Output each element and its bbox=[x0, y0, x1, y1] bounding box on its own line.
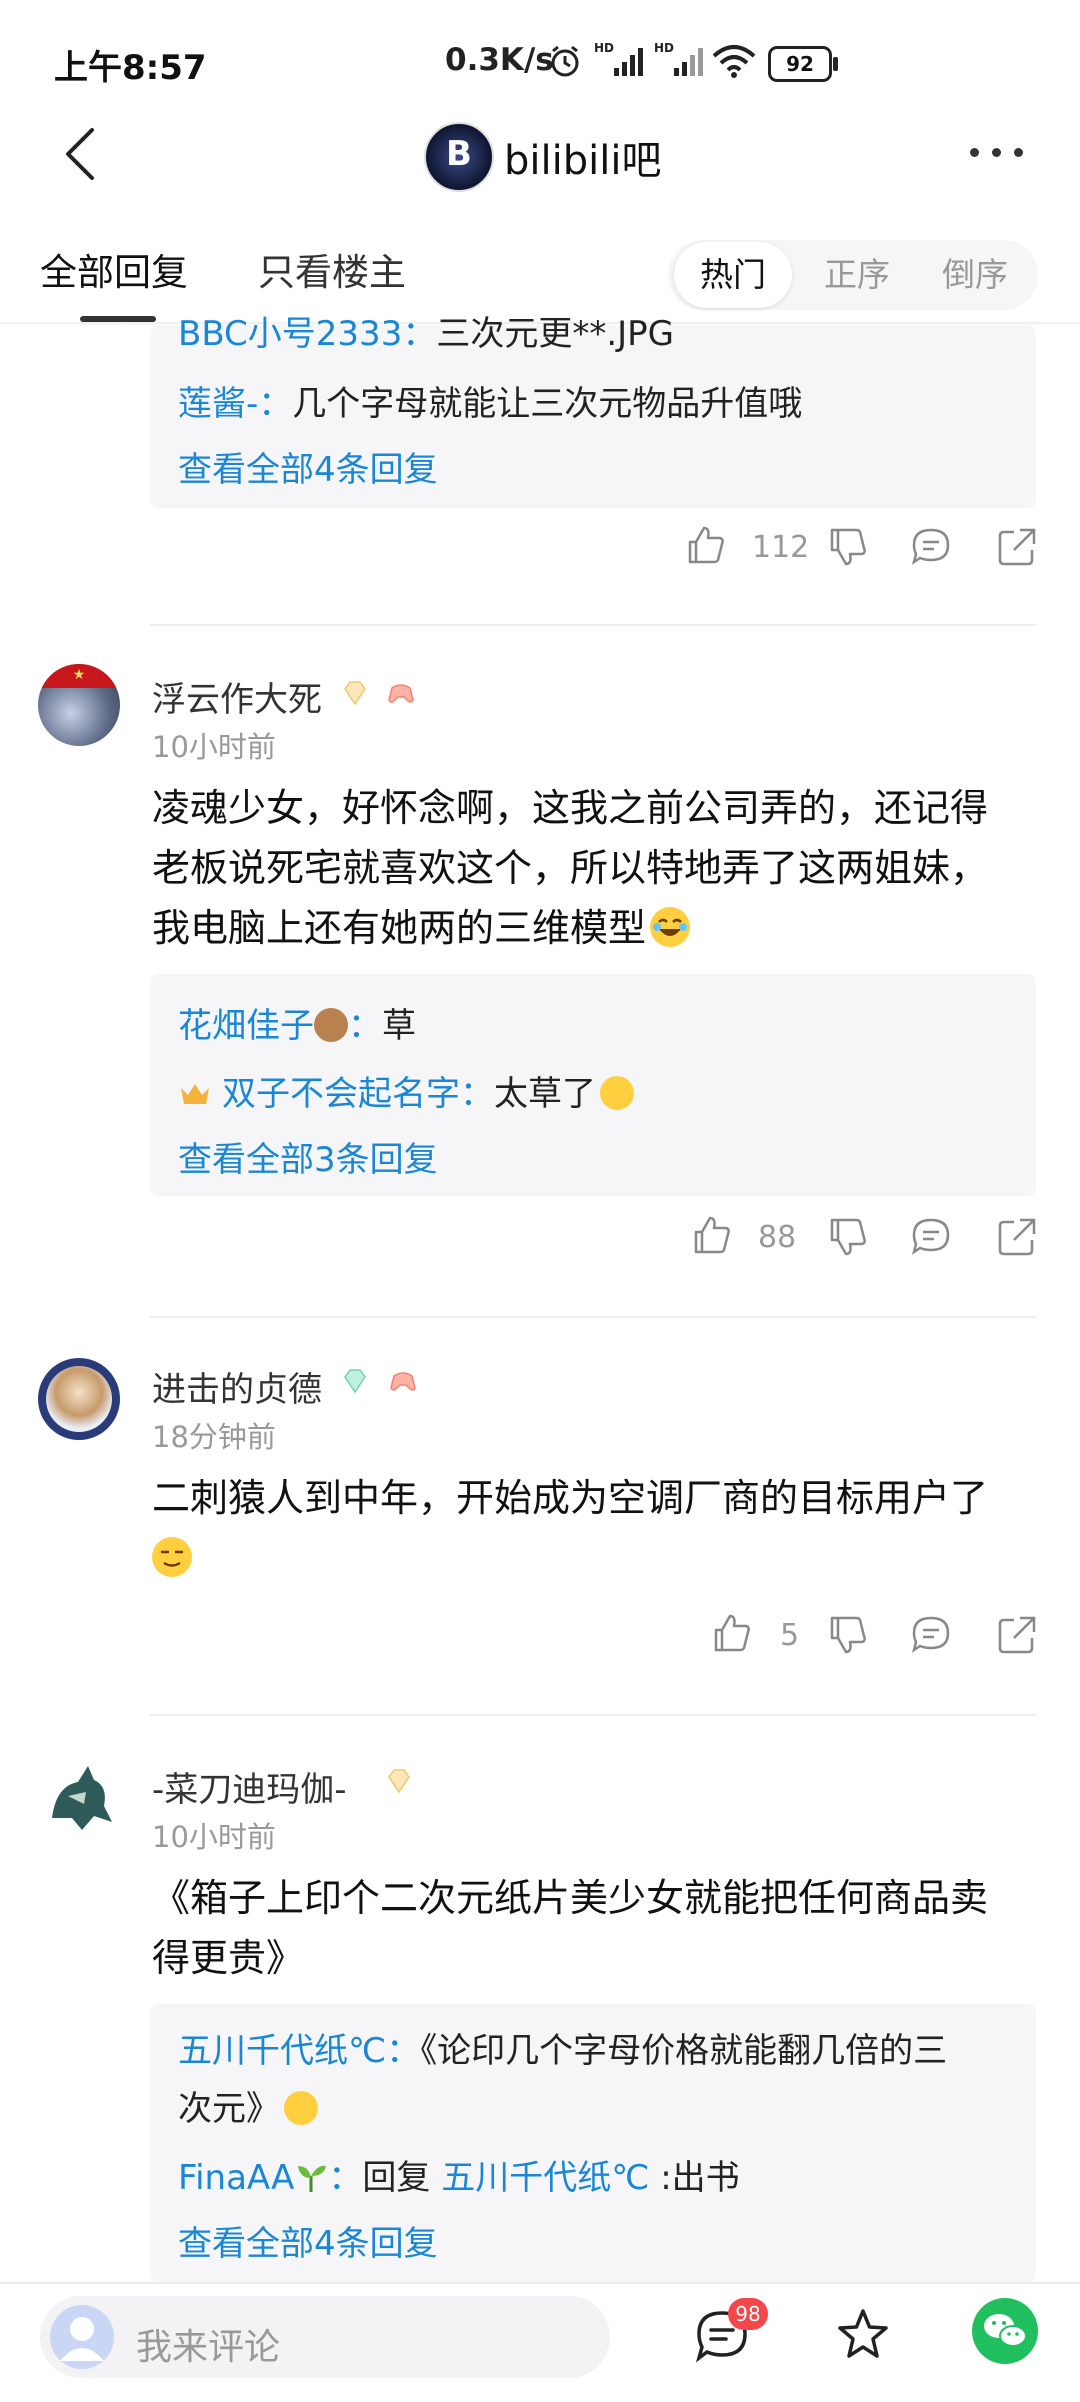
tab-all-replies[interactable]: 全部回复 bbox=[40, 242, 188, 296]
like-icon[interactable] bbox=[710, 1612, 752, 1654]
status-time: 上午8:57 bbox=[54, 48, 207, 88]
author-avatar[interactable] bbox=[38, 1358, 120, 1440]
reply-item[interactable]: BBC小号2333：三次元更**.JPG bbox=[178, 306, 674, 355]
share-icon[interactable] bbox=[996, 1614, 1038, 1656]
more-options-icon[interactable] bbox=[970, 148, 1026, 162]
author-name[interactable]: 浮云作大死 bbox=[152, 672, 322, 721]
star-icon[interactable] bbox=[834, 2306, 892, 2364]
battery-indicator: 92 bbox=[768, 46, 838, 82]
signal-hd-icon: HD bbox=[594, 41, 643, 76]
sprout-emoji-icon bbox=[294, 2160, 328, 2194]
comment-placeholder[interactable]: 我来评论 bbox=[136, 2318, 280, 2370]
comment-icon[interactable] bbox=[910, 1216, 952, 1258]
gamepad-badge-icon bbox=[390, 1372, 416, 1391]
sort-asc-button[interactable]: 正序 bbox=[802, 240, 912, 310]
post-content: 凌魂少女，好怀念啊，这我之前公司弄的，还记得 老板说死宅就喜欢这个，所以特地弄了… bbox=[152, 786, 989, 950]
back-arrow-icon[interactable] bbox=[58, 124, 102, 184]
monkey-emoji-icon bbox=[314, 1008, 348, 1042]
comment-icon[interactable] bbox=[910, 1614, 952, 1656]
author-avatar[interactable] bbox=[38, 1756, 120, 1838]
surprised-emoji-icon bbox=[600, 1076, 634, 1110]
post-divider bbox=[150, 1316, 1036, 1318]
smirk-emoji-icon bbox=[152, 1537, 192, 1577]
reply-username[interactable]: 五川千代纸℃ bbox=[178, 2031, 386, 2071]
svg-text:HD: HD bbox=[654, 41, 674, 55]
post-actions: 5 bbox=[0, 1608, 1080, 1664]
like-count: 88 bbox=[758, 1220, 797, 1255]
author-name[interactable]: 进击的贞德 bbox=[152, 1362, 322, 1411]
post-content: 二刺猿人到中年，开始成为空调厂商的目标用户了 bbox=[152, 1468, 1042, 1588]
post-divider bbox=[150, 624, 1036, 626]
like-icon[interactable] bbox=[690, 1214, 732, 1256]
reply-username[interactable]: 莲酱- bbox=[178, 384, 258, 424]
author-name[interactable]: -菜刀迪玛伽- bbox=[152, 1762, 347, 1811]
like-count: 112 bbox=[752, 530, 810, 565]
dislike-icon[interactable] bbox=[826, 1216, 868, 1258]
gamepad-badge-icon bbox=[388, 684, 414, 703]
post-content: 《箱子上印个二次元纸片美少女就能把任何商品卖 得更贵》 bbox=[152, 1876, 989, 1980]
avatar-banner-decoration: ★ bbox=[38, 664, 120, 688]
wechat-icon bbox=[984, 2314, 1027, 2347]
forum-title[interactable]: bilibili吧 bbox=[504, 128, 661, 186]
alarm-icon bbox=[551, 45, 579, 77]
dislike-icon[interactable] bbox=[826, 1614, 868, 1656]
reply-box: 五川千代纸℃：《论印几个字母价格就能翻几倍的三 次元》 FinaAA ：回复 五川… bbox=[150, 2004, 1036, 2282]
reply-item[interactable]: 莲酱-：几个字母就能让三次元物品升值哦 bbox=[178, 376, 802, 425]
diamond-badge-icon bbox=[344, 681, 366, 706]
network-speed: 0.3K/s bbox=[445, 42, 554, 78]
svg-text:HD: HD bbox=[594, 41, 614, 55]
sort-hot-button[interactable]: 热门 bbox=[674, 242, 792, 308]
reply-item[interactable]: 花畑佳子 ：草 bbox=[178, 998, 416, 1047]
status-bar: 上午8:57 0.3K/s HD HD 92 bbox=[0, 0, 1080, 120]
crown-icon bbox=[178, 1077, 212, 1105]
post-time: 10小时前 bbox=[152, 730, 276, 764]
wifi-icon bbox=[712, 45, 756, 78]
view-all-replies-link[interactable]: 查看全部4条回复 bbox=[178, 2216, 438, 2265]
reply-item[interactable]: 双子不会起名字：太草了 bbox=[178, 1066, 634, 1115]
notification-badge: 98 bbox=[728, 2298, 768, 2330]
comment-icon[interactable] bbox=[910, 526, 952, 568]
view-all-replies-link[interactable]: 查看全部3条回复 bbox=[178, 1132, 438, 1181]
reply-box: 花畑佳子 ：草 双子不会起名字：太草了 查看全部3条回复 bbox=[150, 974, 1036, 1196]
tab-owner-only[interactable]: 只看楼主 bbox=[258, 242, 406, 296]
diamond-badge-icon bbox=[344, 1369, 366, 1394]
signal-hd-2-icon: HD bbox=[654, 41, 703, 76]
view-all-replies-link[interactable]: 查看全部4条回复 bbox=[178, 442, 438, 491]
sort-desc-button[interactable]: 倒序 bbox=[920, 240, 1030, 310]
reply-box: BBC小号2333：三次元更**.JPG 莲酱-：几个字母就能让三次元物品升值哦… bbox=[150, 314, 1036, 508]
author-avatar[interactable]: ★ bbox=[38, 664, 120, 746]
sort-toggle: 热门 正序 倒序 bbox=[668, 240, 1038, 310]
reply-item[interactable]: 五川千代纸℃：《论印几个字母价格就能翻几倍的三 次元》 bbox=[178, 2022, 947, 2138]
wechat-share-button[interactable] bbox=[972, 2298, 1038, 2364]
laughing-emoji-icon bbox=[650, 907, 691, 947]
reply-username[interactable]: 双子不会起名字 bbox=[222, 1074, 460, 1114]
reply-username[interactable]: FinaAA bbox=[178, 2158, 294, 2198]
user-avatar[interactable] bbox=[50, 2305, 114, 2369]
like-icon[interactable] bbox=[684, 524, 726, 566]
comment-input[interactable] bbox=[40, 2296, 610, 2378]
reply-mention[interactable]: 五川千代纸℃ bbox=[441, 2158, 649, 2198]
reply-username[interactable]: BBC小号2333 bbox=[178, 314, 402, 354]
post-divider bbox=[150, 1714, 1036, 1716]
share-icon[interactable] bbox=[996, 526, 1038, 568]
forum-avatar[interactable]: B bbox=[424, 122, 494, 192]
reply-username[interactable]: 花畑佳子 bbox=[178, 1006, 314, 1046]
diamond-badge-icon bbox=[388, 1769, 410, 1794]
share-icon[interactable] bbox=[996, 1216, 1038, 1258]
dislike-icon[interactable] bbox=[826, 526, 868, 568]
post-actions: 88 bbox=[0, 1210, 1080, 1266]
post-actions: 112 bbox=[0, 520, 1080, 576]
post-time: 10小时前 bbox=[152, 1820, 276, 1854]
reply-item[interactable]: FinaAA ：回复 五川千代纸℃ :出书 bbox=[178, 2150, 740, 2199]
post-time: 18分钟前 bbox=[152, 1420, 276, 1454]
like-count: 5 bbox=[780, 1618, 800, 1653]
smirk-emoji-icon bbox=[284, 2091, 318, 2125]
